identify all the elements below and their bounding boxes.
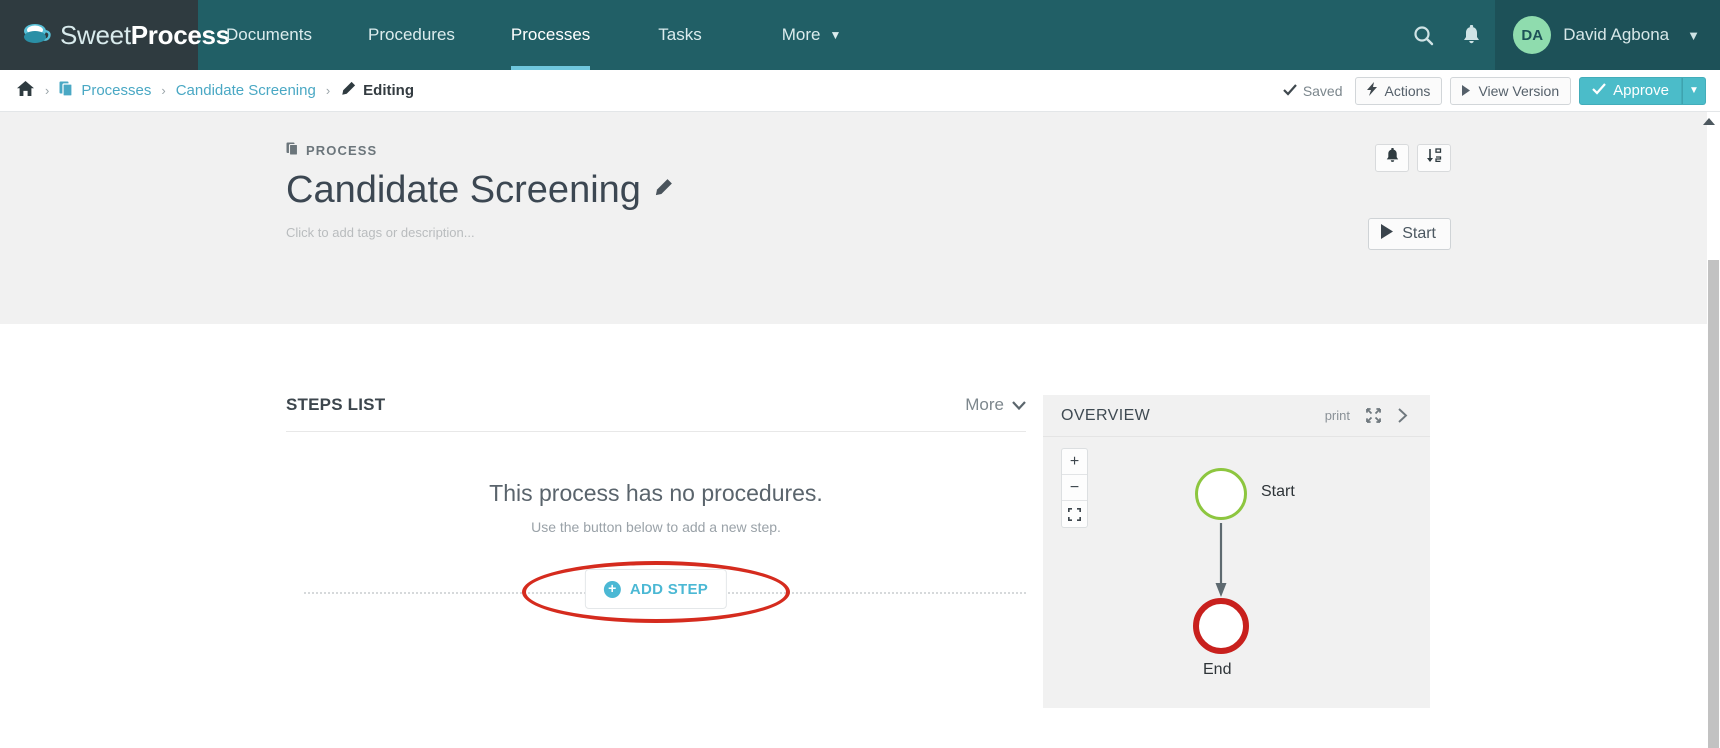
pencil-icon [340,81,356,101]
breadcrumb-separator: › [161,83,166,98]
main-nav-items: Documents Procedures Processes Tasks Mor… [198,0,881,70]
nav-item-procedures[interactable]: Procedures [340,0,483,70]
process-eyebrow: PROCESS [286,142,673,159]
nav-label: Processes [510,25,591,44]
flow-node-end[interactable] [1193,598,1249,654]
bell-icon [1385,147,1400,169]
brand-logo-link[interactable]: SweetProcess [0,0,230,70]
nav-item-tasks[interactable]: Tasks [618,0,741,70]
home-icon[interactable] [16,80,35,102]
top-navigation-bar: SweetProcess Documents Procedures Proces… [0,0,1720,70]
flow-node-end-label: End [1203,661,1232,678]
overview-title: OVERVIEW [1061,406,1151,424]
saved-label: Saved [1302,82,1343,99]
start-button-wrap: Start [1368,218,1451,250]
scroll-up-arrow-icon[interactable] [1703,118,1715,125]
sort-button[interactable] [1417,144,1451,172]
actions-label: Actions [1384,82,1431,99]
empty-state-title: This process has no procedures. [489,480,823,506]
approve-button[interactable]: Approve [1579,76,1682,105]
approve-button-group: Approve ▼ [1579,76,1706,105]
coffee-cup-icon [22,22,52,48]
copy-icon [286,142,299,159]
document-action-bar: Saved Actions View Version Approve ▼ [1283,76,1706,105]
steps-list-header: STEPS LIST More [286,395,1026,432]
bolt-icon [1366,82,1378,99]
steps-more-menu[interactable]: More [965,395,1026,415]
nav-label: Procedures [367,25,455,44]
check-icon [1592,82,1606,99]
check-icon [1283,83,1297,99]
chevron-down-icon: ▼ [1689,85,1699,96]
process-flow-diagram: Start End [1043,443,1430,708]
breadcrumb-label: Candidate Screening [175,82,316,99]
print-link[interactable]: print [1325,408,1350,423]
steps-list-card: STEPS LIST More This process has no proc… [286,395,1026,623]
overview-panel: OVERVIEW print + − Start End [1043,395,1430,708]
overview-tools: print [1325,408,1408,423]
view-version-button[interactable]: View Version [1450,76,1572,105]
copy-icon [59,81,74,101]
play-icon [1462,83,1471,99]
nav-label: Documents [226,25,312,44]
nav-label: More [781,25,821,44]
play-icon [1381,224,1394,244]
breadcrumb-label: Editing [363,82,414,99]
breadcrumb-item-editing: Editing [340,81,414,101]
eyebrow-label: PROCESS [306,143,378,158]
user-menu[interactable]: DA David Agbona ▼ [1495,0,1720,70]
breadcrumb-separator: › [45,83,50,98]
bell-icon[interactable] [1447,0,1495,70]
add-step-label: ADD STEP [629,580,709,598]
tags-description-placeholder[interactable]: Click to add tags or description... [286,225,673,240]
user-name: David Agbona [1563,25,1670,44]
page-title: Candidate Screening [286,169,673,212]
nav-item-processes[interactable]: Processes [483,0,618,70]
view-version-label: View Version [1478,82,1560,99]
process-header-text: PROCESS Candidate Screening Click to add… [286,142,673,240]
breadcrumb-separator: › [325,83,331,98]
nav-right-group: DA David Agbona ▼ [1399,0,1720,70]
sort-numeric-icon [1426,147,1443,169]
nav-item-more[interactable]: More ▼ [742,0,882,70]
nav-label: Tasks [658,25,702,44]
page-title-text: Candidate Screening [286,169,641,211]
add-step-button[interactable]: + ADD STEP [584,569,728,609]
steps-list-title: STEPS LIST [286,395,386,414]
pencil-icon[interactable] [653,178,673,204]
notifications-button[interactable] [1375,144,1409,172]
breadcrumb-label: Processes [81,82,152,99]
chevron-down-icon [1012,395,1026,415]
flow-node-start[interactable] [1195,468,1247,520]
steps-more-label: More [965,395,1004,414]
breadcrumb-item-candidate-screening[interactable]: Candidate Screening [176,82,316,99]
breadcrumb: › Processes › Candidate Screening › Edit… [16,80,414,102]
chevron-down-icon: ▼ [1687,27,1700,43]
saved-status: Saved [1283,83,1343,99]
chevron-right-icon[interactable] [1397,408,1408,423]
overview-header: OVERVIEW print [1043,395,1430,437]
avatar: DA [1513,16,1552,54]
process-header-panel: PROCESS Candidate Screening Click to add… [0,112,1709,324]
flow-node-start-label: Start [1261,483,1295,500]
add-step-row: + ADD STEP [286,561,1026,623]
start-button[interactable]: Start [1368,218,1451,250]
flow-arrow-icon [1213,523,1229,604]
chevron-down-icon: ▼ [829,28,842,42]
actions-button[interactable]: Actions [1354,76,1443,105]
page-scrollbar[interactable] [1707,112,1720,748]
search-icon[interactable] [1399,0,1447,70]
plus-circle-icon: + [603,580,621,598]
approve-dropdown-toggle[interactable]: ▼ [1682,76,1706,105]
nav-item-documents[interactable]: Documents [198,0,340,70]
scrollbar-thumb[interactable] [1708,260,1719,748]
steps-empty-state: This process has no procedures. Use the … [286,432,1026,535]
breadcrumb-bar: › Processes › Candidate Screening › Edit… [0,70,1720,112]
expand-arrows-icon[interactable] [1366,408,1381,423]
breadcrumb-item-processes[interactable]: Processes [59,81,151,101]
empty-state-subtitle: Use the button below to add a new step. [531,519,781,535]
approve-label: Approve [1613,82,1669,99]
header-icon-buttons [1375,144,1451,172]
start-label: Start [1402,225,1436,242]
